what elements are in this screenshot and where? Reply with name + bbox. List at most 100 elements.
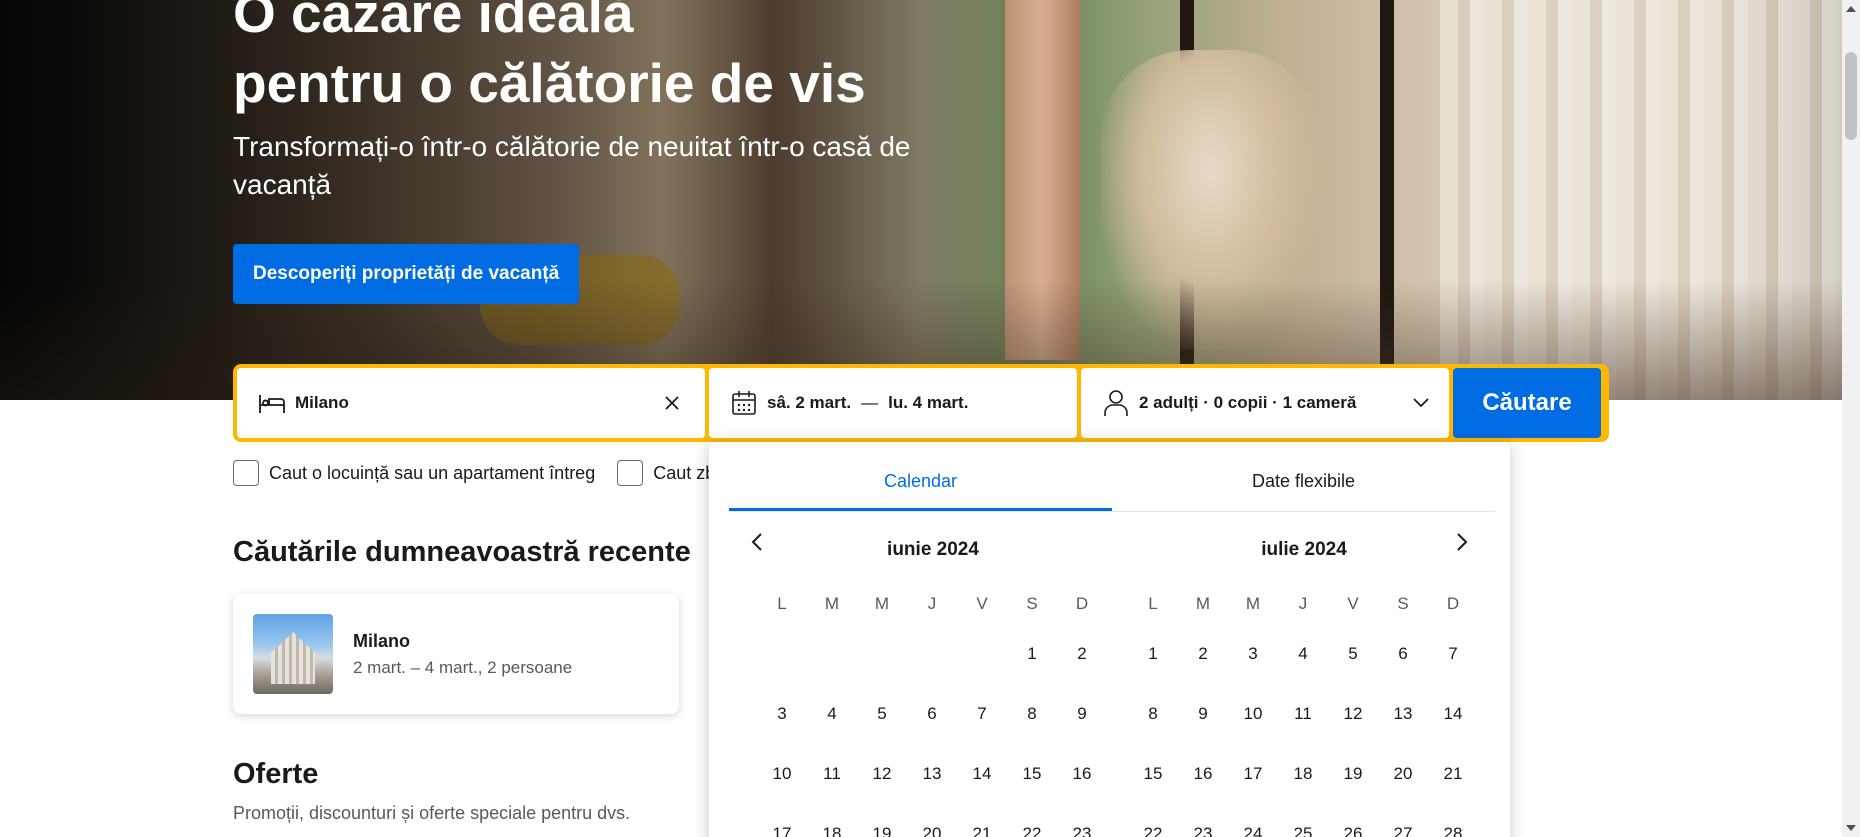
calendar-day[interactable]: 19 (857, 804, 907, 837)
calendar-week: 10 11 12 13 14 15 16 (757, 744, 1109, 804)
calendar-day[interactable]: 14 (957, 744, 1007, 804)
scroll-up-arrow-icon[interactable] (1846, 6, 1856, 12)
weekday-label: J (1298, 594, 1308, 613)
person-icon (1101, 388, 1131, 418)
calendar-day[interactable]: 4 (807, 684, 857, 744)
calendar-week: 15 16 17 18 19 20 21 (1128, 744, 1480, 804)
guests-field[interactable]: 2 adulți · 0 copii · 1 cameră (1081, 368, 1449, 438)
calendar-day[interactable]: 5 (1328, 624, 1378, 684)
calendar-day[interactable]: 13 (1378, 684, 1428, 744)
calendar-day[interactable]: 20 (1378, 744, 1428, 804)
weekday-label: J (927, 594, 937, 613)
tab-flexible-dates[interactable]: Date flexibile (1112, 462, 1495, 511)
scroll-down-arrow-icon[interactable] (1846, 825, 1856, 831)
tab-calendar[interactable]: Calendar (729, 462, 1112, 511)
scroll-thumb[interactable] (1845, 52, 1857, 140)
calendar-day[interactable]: 8 (1128, 684, 1178, 744)
weekday-label: D (1075, 594, 1089, 613)
recent-search-thumbnail (253, 614, 333, 694)
calendar-day[interactable]: 15 (1007, 744, 1057, 804)
calendar-day[interactable]: 13 (907, 744, 957, 804)
discover-vacation-properties-button[interactable]: Descoperiți proprietăți de vacanță (233, 244, 580, 304)
calendar-day[interactable]: 2 (1178, 624, 1228, 684)
whole-home-checkbox[interactable] (233, 460, 259, 486)
calendar-month: iulie 2024 L M M J V S D 1 2 3 4 5 6 7 8 (1128, 530, 1480, 837)
whole-home-label: Caut o locuință sau un apartament întreg (269, 462, 596, 483)
calendar-day[interactable]: 21 (1428, 744, 1478, 804)
calendar-day[interactable]: 21 (957, 804, 1007, 837)
calendar-day[interactable]: 9 (1178, 684, 1228, 744)
month-name: iunie 2024 (887, 539, 979, 560)
calendar-day[interactable]: 7 (957, 684, 1007, 744)
calendar-day[interactable]: 22 (1007, 804, 1057, 837)
calendar-day[interactable]: 22 (1128, 804, 1178, 837)
calendar-day[interactable]: 25 (1278, 804, 1328, 837)
calendar-day[interactable]: 4 (1278, 624, 1328, 684)
destination-input[interactable]: Milano (295, 393, 659, 413)
calendar-day[interactable]: 16 (1178, 744, 1228, 804)
dates-field[interactable]: sâ. 2 mart. — lu. 4 mart. (709, 368, 1077, 438)
calendar-day[interactable]: 11 (1278, 684, 1328, 744)
calendar-day[interactable]: 12 (1328, 684, 1378, 744)
calendar-day[interactable]: 23 (1178, 804, 1228, 837)
calendar-day[interactable]: 10 (757, 744, 807, 804)
weekday-label: S (1026, 594, 1038, 613)
search-button[interactable]: Căutare (1453, 368, 1601, 438)
calendar-day[interactable]: 17 (1228, 744, 1278, 804)
weekday-header: L M M J V S D (1128, 584, 1480, 624)
calendar-day[interactable]: 18 (807, 804, 857, 837)
calendar-day[interactable]: 6 (1378, 624, 1428, 684)
calendar-day[interactable]: 23 (1057, 804, 1107, 837)
calendar-day[interactable]: 2 (1057, 624, 1107, 684)
calendar-day[interactable]: 5 (857, 684, 907, 744)
calendar-day[interactable]: 14 (1428, 684, 1478, 744)
calendar-day[interactable]: 18 (1278, 744, 1328, 804)
calendar-day[interactable]: 1 (1007, 624, 1057, 684)
calendar-day[interactable]: 9 (1057, 684, 1107, 744)
hero-subtitle: Transformați-o într-o călătorie de neuit… (233, 131, 911, 200)
flights-checkbox[interactable] (617, 460, 644, 486)
recent-search-card[interactable]: Milano 2 mart. – 4 mart., 2 persoane (233, 594, 679, 714)
calendar-week: 1 2 (757, 624, 1109, 684)
checkin-date[interactable]: sâ. 2 mart. (767, 393, 851, 413)
search-bar: Milano sâ. 2 mart. — lu. 4 mart. 2 adulț… (233, 364, 1609, 442)
calendar-day[interactable]: 28 (1428, 804, 1478, 837)
chevron-down-icon[interactable] (1413, 393, 1429, 413)
calendar-day[interactable]: 10 (1228, 684, 1278, 744)
calendar-week: 3 4 5 6 7 8 9 (757, 684, 1109, 744)
recent-search-destination: Milano (353, 630, 410, 651)
calendar-day[interactable]: 6 (907, 684, 957, 744)
weekday-label: S (1397, 594, 1409, 613)
calendar-day[interactable]: 1 (1128, 624, 1178, 684)
calendar-day[interactable]: 3 (1228, 624, 1278, 684)
calendar-day (907, 624, 957, 684)
calendar-day[interactable]: 11 (807, 744, 857, 804)
calendar-day[interactable]: 20 (907, 804, 957, 837)
calendar-day[interactable]: 8 (1007, 684, 1057, 744)
calendar-day[interactable]: 15 (1128, 744, 1178, 804)
checkout-date[interactable]: lu. 4 mart. (888, 393, 968, 413)
bed-icon (257, 388, 287, 418)
calendar-day (807, 624, 857, 684)
recent-search-details: 2 mart. – 4 mart., 2 persoane (353, 657, 573, 677)
search-options: Caut o locuință sau un apartament întreg… (233, 460, 725, 486)
hero-title-line: O cazare ideală (233, 0, 634, 44)
close-icon[interactable] (659, 390, 685, 416)
calendar-day[interactable]: 27 (1378, 804, 1428, 837)
calendar-day[interactable]: 26 (1328, 804, 1378, 837)
weekday-label: M (824, 594, 840, 613)
recent-searches-title: Căutările dumneavoastră recente (233, 536, 691, 568)
vertical-scrollbar[interactable] (1842, 0, 1860, 837)
calendar-day[interactable]: 24 (1228, 804, 1278, 837)
calendar-day[interactable]: 12 (857, 744, 907, 804)
calendar-day[interactable]: 3 (757, 684, 807, 744)
calendar-day[interactable]: 19 (1328, 744, 1378, 804)
guests-summary[interactable]: 2 adulți · 0 copii · 1 cameră (1139, 393, 1413, 413)
calendar-day[interactable]: 16 (1057, 744, 1107, 804)
recent-search-text: Milano 2 mart. – 4 mart., 2 persoane (353, 631, 572, 678)
calendar-day[interactable]: 17 (757, 804, 807, 837)
calendar-week: 22 23 24 25 26 27 28 (1128, 804, 1480, 837)
destination-field[interactable]: Milano (237, 368, 705, 438)
calendar-week: 8 9 10 11 12 13 14 (1128, 684, 1480, 744)
calendar-day[interactable]: 7 (1428, 624, 1478, 684)
